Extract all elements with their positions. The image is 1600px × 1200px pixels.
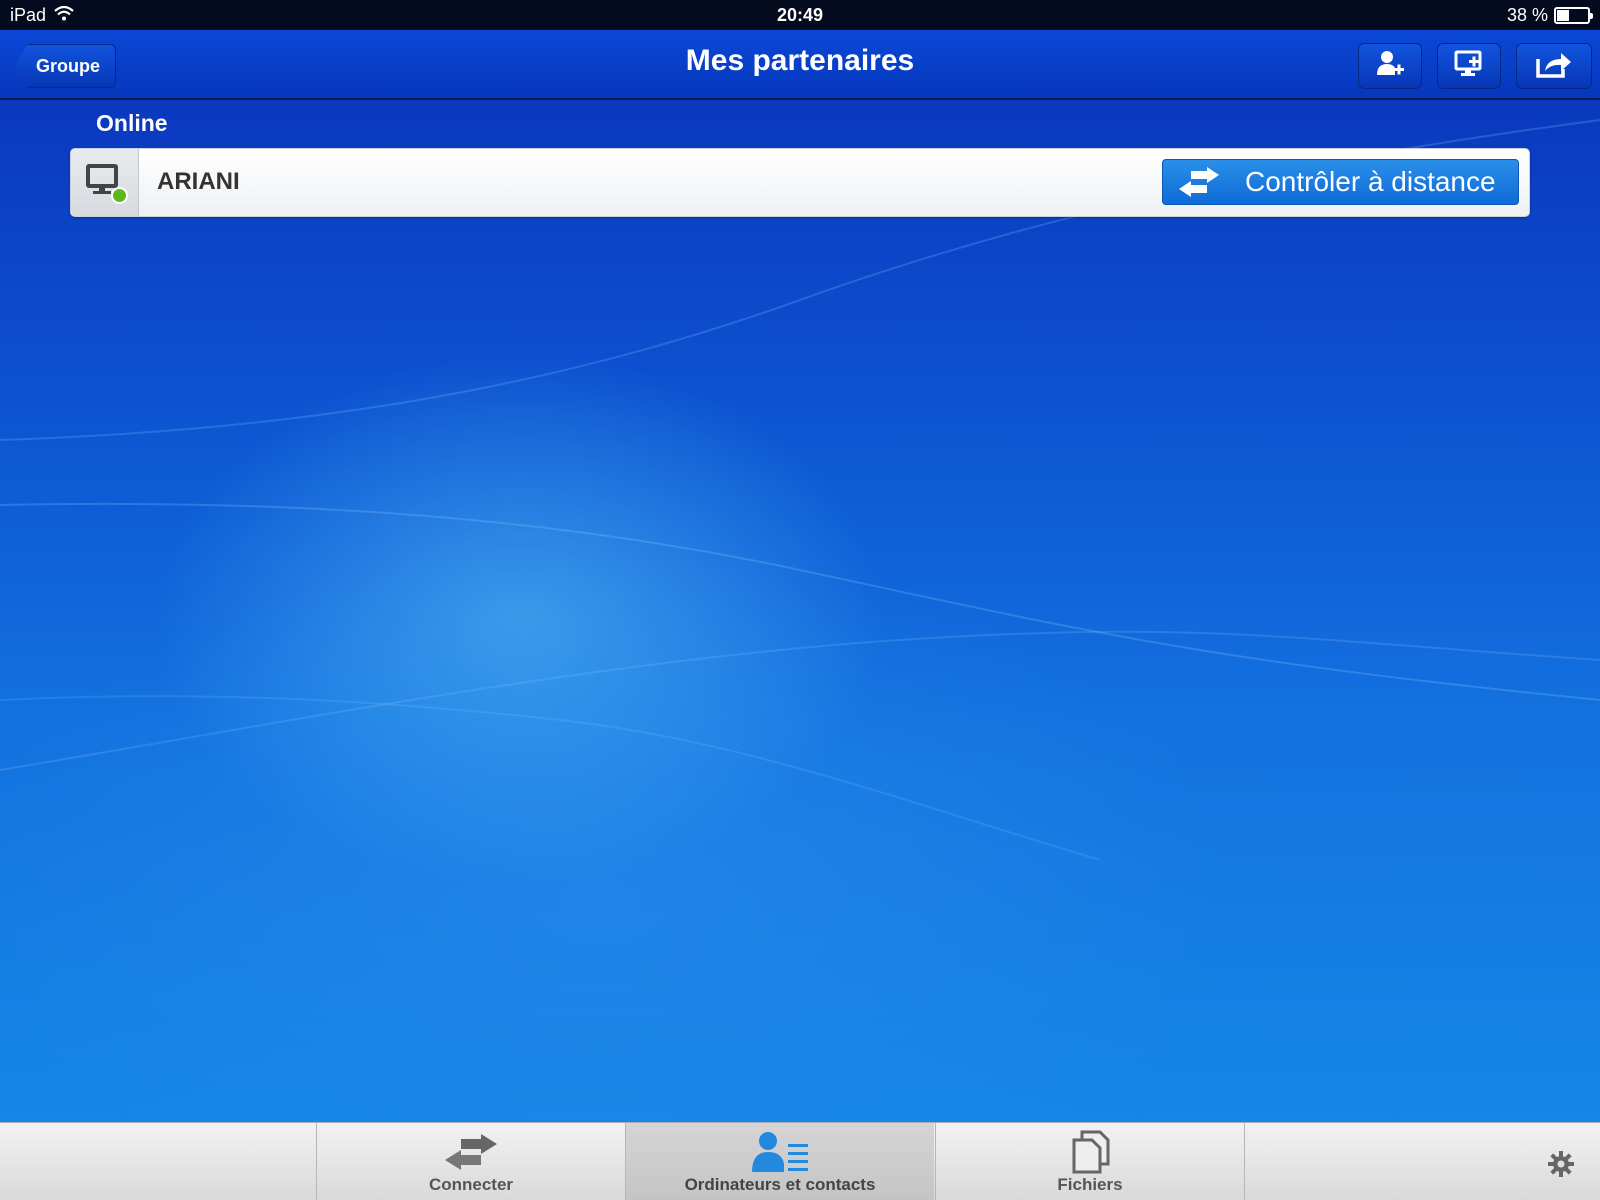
arrows-icon — [443, 1129, 499, 1175]
partner-row[interactable]: ARIANI Contrôler à distance — [70, 148, 1530, 217]
add-computer-button[interactable] — [1437, 43, 1501, 89]
status-bar-right: 38 % — [1506, 5, 1593, 26]
battery-icon — [1554, 7, 1593, 24]
tab-bar: Connecter Ordinateurs et contacts Fichie… — [0, 1122, 1600, 1200]
tab-connecter[interactable]: Connecter — [316, 1123, 625, 1200]
clock: 20:49 — [776, 5, 824, 25]
add-contact-button[interactable] — [1358, 43, 1422, 89]
tab-label: Connecter — [428, 1175, 514, 1194]
add-computer-icon — [1453, 49, 1485, 84]
section-title-online: Online — [96, 110, 168, 136]
tab-label: Ordinateurs et contacts — [684, 1175, 876, 1194]
add-contact-icon — [1375, 49, 1405, 84]
tab-fichiers[interactable]: Fichiers — [935, 1123, 1244, 1200]
share-icon — [1535, 49, 1573, 84]
battery-percent: 38 % — [1506, 5, 1548, 25]
tab-divider — [1244, 1123, 1245, 1200]
partner-device-cell — [71, 149, 139, 216]
status-bar: iPad 20:49 38 % — [0, 0, 1600, 30]
files-icon — [1070, 1129, 1110, 1175]
tab-ordinateurs-et-contacts[interactable]: Ordinateurs et contacts — [625, 1123, 934, 1200]
remote-control-button[interactable]: Contrôler à distance — [1162, 159, 1519, 205]
partner-name: ARIANI — [157, 168, 240, 195]
share-button[interactable] — [1516, 43, 1592, 89]
online-status-dot — [111, 187, 128, 204]
contacts-icon — [750, 1129, 810, 1175]
tab-label: Fichiers — [1057, 1175, 1123, 1194]
swap-arrows-icon — [1163, 167, 1235, 197]
remote-control-label: Contrôler à distance — [1245, 166, 1496, 197]
gear-icon[interactable] — [1548, 1151, 1574, 1182]
navigation-bar: Groupe Mes partenaires — [0, 30, 1600, 100]
